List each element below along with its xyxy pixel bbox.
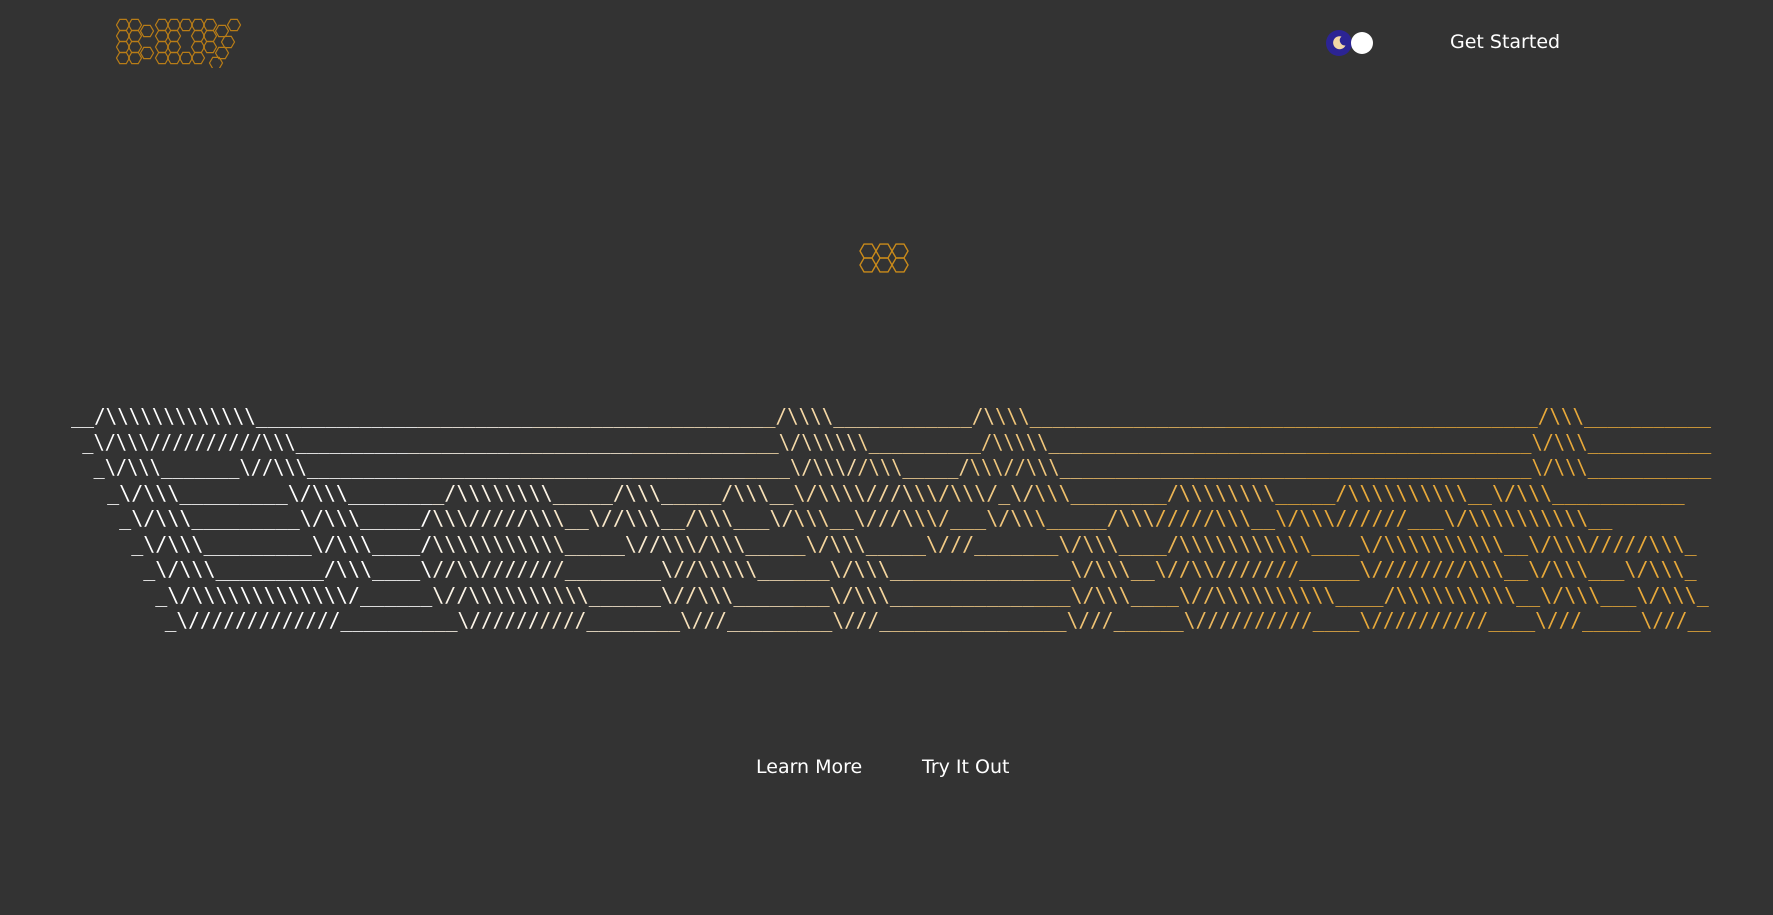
logo-hex-cell xyxy=(190,18,206,32)
logo-hex-cell xyxy=(154,18,170,32)
logo-hex-cell xyxy=(190,29,206,43)
logo-hex-cell xyxy=(127,18,143,32)
logo-hex-cell xyxy=(116,29,131,43)
ascii-art-line: _\/////////////_______ ___\//////////____… xyxy=(71,608,1711,632)
logo-hex-cell xyxy=(116,40,131,54)
learn-more-link[interactable]: Learn More xyxy=(756,756,862,778)
logo-hex-cell xyxy=(154,51,170,65)
logo-hex-cell xyxy=(226,18,242,32)
ascii-art-line: _\/\\\_ ________\/\\\_______ _/\\\\\\\\ ___… xyxy=(71,480,1685,505)
ascii-art-line: _\/\\\\\\\\\\ \\\/______ \//\\\\\\\ \\\____… xyxy=(71,582,1709,607)
hexagon-wordmark-logo-icon[interactable] xyxy=(116,18,252,68)
logo-hex-cell xyxy=(208,56,224,68)
ascii-art-banner: __/\\\\\\\ \\\\\\____ __________ __________… xyxy=(71,405,1711,633)
logo-hex-cell xyxy=(220,35,236,49)
logo-hex-cell xyxy=(154,29,170,43)
ascii-art-line: _\/\\\__ _____\//\\ \_________ __________ __… xyxy=(71,455,1712,479)
logo-hex-cell xyxy=(190,40,206,54)
center-hex-cell xyxy=(859,243,877,259)
logo-hex-cell xyxy=(190,51,206,65)
logo-hex-cell xyxy=(178,18,194,32)
center-hex-cell xyxy=(875,257,893,273)
try-it-out-link[interactable]: Try It Out xyxy=(922,756,1009,778)
center-hex-cell xyxy=(891,257,909,273)
ascii-art-line: __/\\\\\\\ \\\\\\____ __________ __________… xyxy=(71,404,1712,428)
logo-hex-cell xyxy=(139,24,155,38)
logo-hex-cell xyxy=(154,40,170,54)
logo-hex-cell xyxy=(178,51,194,65)
ascii-art-line: _\/\\ \_________ \/\\\____/\\\\\\\\\\ \____… xyxy=(71,531,1697,556)
moon-icon xyxy=(1326,30,1352,56)
logo-hex-cell xyxy=(139,46,155,60)
center-hex-cell xyxy=(875,243,893,259)
logo-hex-cell xyxy=(202,18,218,32)
logo-hex-cell xyxy=(166,18,182,32)
logo-hex-cell xyxy=(127,40,143,54)
logo-hex-cell xyxy=(127,51,143,65)
center-hex-cell xyxy=(859,257,877,273)
logo-hex-cell xyxy=(202,40,218,54)
ascii-art-line: _\/\ \\________ _/\\\____\//\\///////_____… xyxy=(71,557,1697,581)
logo-hex-cell xyxy=(214,24,230,38)
hexagon-cluster-icon xyxy=(859,243,909,273)
ascii-art-line: _\/\\\ _________\/\\\_____/\\\/////\\ \__\… xyxy=(71,506,1613,530)
logo-hex-cell xyxy=(127,29,143,43)
logo-hex-cell xyxy=(166,51,182,65)
ascii-art-line: _\/\\\//////////\\\ __________ __________ _… xyxy=(71,429,1712,454)
logo-hex-cell xyxy=(116,18,131,32)
logo-hex-cell xyxy=(166,29,182,43)
toggle-knob xyxy=(1351,32,1373,54)
theme-toggle[interactable] xyxy=(1326,30,1378,56)
logo-hex-cell xyxy=(166,40,182,54)
get-started-link[interactable]: Get Started xyxy=(1450,31,1560,53)
logo-hex-cell xyxy=(116,51,131,65)
logo-hex-cell xyxy=(202,29,218,43)
center-hex-cell xyxy=(891,243,909,259)
